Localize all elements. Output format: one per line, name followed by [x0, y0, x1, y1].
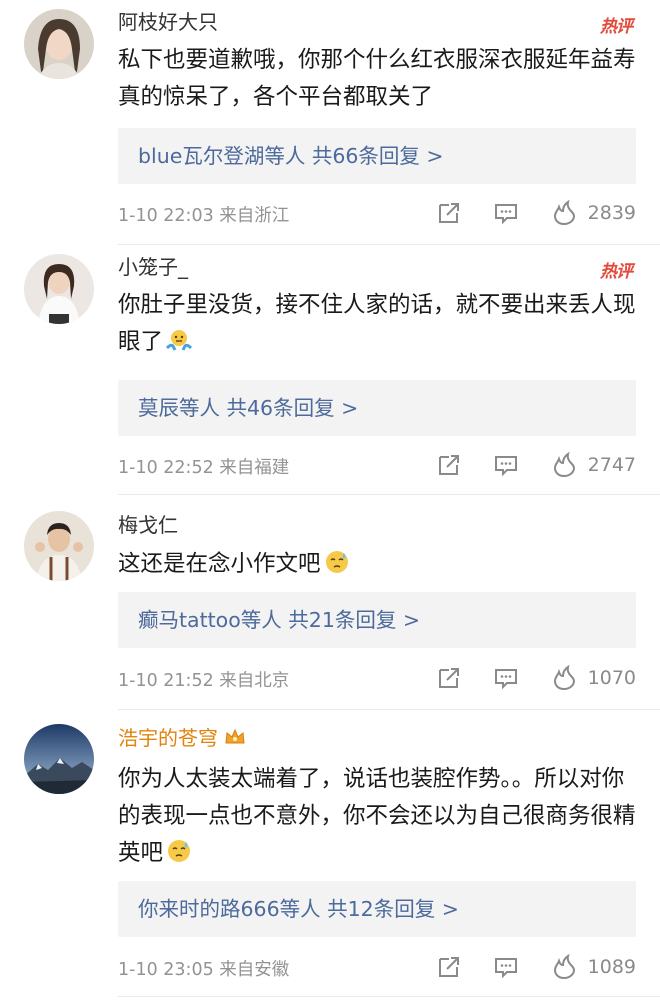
comment-meta: 1-10 21:52 来自北京 1070: [118, 663, 638, 693]
like-count: 2747: [587, 454, 636, 476]
comment-text: 你为人太装太端着了，说话也装腔作势。。所以对你的表现一点也不意外，你不会还以为自…: [118, 761, 638, 872]
reply-summary-link[interactable]: 你来时的路666等人 共12条回复 >: [138, 881, 459, 937]
comment-item: 浩宇的苍穹 你为人太装太端着了，说话也装腔作势。。所以对你的表现一点也不意外，你…: [0, 710, 660, 1002]
share-icon[interactable]: [434, 451, 462, 479]
reply-summary-link[interactable]: blue瓦尔登湖等人 共66条回复 >: [138, 128, 444, 184]
like-count: 1070: [587, 667, 636, 689]
share-icon[interactable]: [434, 199, 462, 227]
like-count: 2839: [587, 202, 636, 224]
username[interactable]: 浩宇的苍穹: [118, 724, 246, 752]
comment-text-content: 你为人太装太端着了，说话也装腔作势。。所以对你的表现一点也不意外，你不会还以为自…: [118, 766, 636, 866]
like-icon[interactable]: [550, 199, 578, 227]
comment-item: 梅戈仁 这还是在念小作文吧 癫马tattoo等人 共21条回复 > 1-10 2…: [0, 495, 660, 710]
vip-crown-icon: [225, 728, 245, 744]
share-icon[interactable]: [434, 953, 462, 981]
comment-time: 1-10 22:52 来自福建: [118, 458, 290, 478]
reply-summary-box[interactable]: 癫马tattoo等人 共21条回复 >: [118, 592, 636, 648]
hot-comment-badge: 热评: [600, 17, 633, 37]
shrug-emoji: [165, 330, 193, 351]
username[interactable]: 小笼子_: [118, 253, 188, 281]
like-count: 1089: [587, 956, 636, 978]
username[interactable]: 梅戈仁: [118, 511, 178, 539]
hot-comment-badge: 热评: [600, 262, 633, 282]
like-icon[interactable]: [550, 664, 578, 692]
sweat-emoji: [168, 840, 191, 862]
username[interactable]: 阿枝好大只: [118, 8, 218, 36]
avatar[interactable]: [24, 254, 94, 324]
like-icon[interactable]: [550, 451, 578, 479]
username-text[interactable]: 浩宇的苍穹: [118, 726, 218, 750]
avatar[interactable]: [24, 511, 94, 581]
comment-icon[interactable]: [492, 199, 520, 227]
comment-icon[interactable]: [492, 451, 520, 479]
comment-text-content: 你肚子里没货，接不住人家的话，就不要出来丢人现眼了: [118, 292, 636, 355]
comment-meta: 1-10 23:05 来自安徽 1089: [118, 952, 638, 982]
comment-text-content: 这还是在念小作文吧: [118, 551, 321, 577]
comment-meta: 1-10 22:52 来自福建 2747: [118, 450, 638, 480]
avatar[interactable]: [24, 724, 94, 794]
comment-item: 小笼子_ 热评 你肚子里没货，接不住人家的话，就不要出来丢人现眼了 莫辰等人 共…: [0, 245, 660, 495]
reply-summary-link[interactable]: 癫马tattoo等人 共21条回复 >: [138, 592, 420, 648]
reply-summary-box[interactable]: 莫辰等人 共46条回复 >: [118, 380, 636, 436]
like-icon[interactable]: [550, 953, 578, 981]
comment-text: 这还是在念小作文吧: [118, 546, 638, 583]
reply-summary-box[interactable]: blue瓦尔登湖等人 共66条回复 >: [118, 128, 636, 184]
reply-summary-box[interactable]: 你来时的路666等人 共12条回复 >: [118, 881, 636, 937]
avatar[interactable]: [24, 9, 94, 79]
comment-time: 1-10 23:05 来自安徽: [118, 960, 290, 980]
comment-item: 阿枝好大只 热评 私下也要道歉哦，你那个什么红衣服深衣服延年益寿真的惊呆了，各个…: [0, 0, 660, 245]
comment-text: 你肚子里没货，接不住人家的话，就不要出来丢人现眼了: [118, 287, 638, 361]
comment-time: 1-10 21:52 来自北京: [118, 671, 290, 691]
divider: [118, 996, 660, 997]
comment-icon[interactable]: [492, 953, 520, 981]
share-icon[interactable]: [434, 664, 462, 692]
comment-icon[interactable]: [492, 664, 520, 692]
sweat-emoji: [325, 551, 348, 573]
comment-text: 私下也要道歉哦，你那个什么红衣服深衣服延年益寿真的惊呆了，各个平台都取关了: [118, 47, 636, 110]
comment-time: 1-10 22:03 来自浙江: [118, 206, 290, 226]
reply-summary-link[interactable]: 莫辰等人 共46条回复 >: [138, 380, 358, 436]
comment-meta: 1-10 22:03 来自浙江 2839: [118, 198, 638, 228]
